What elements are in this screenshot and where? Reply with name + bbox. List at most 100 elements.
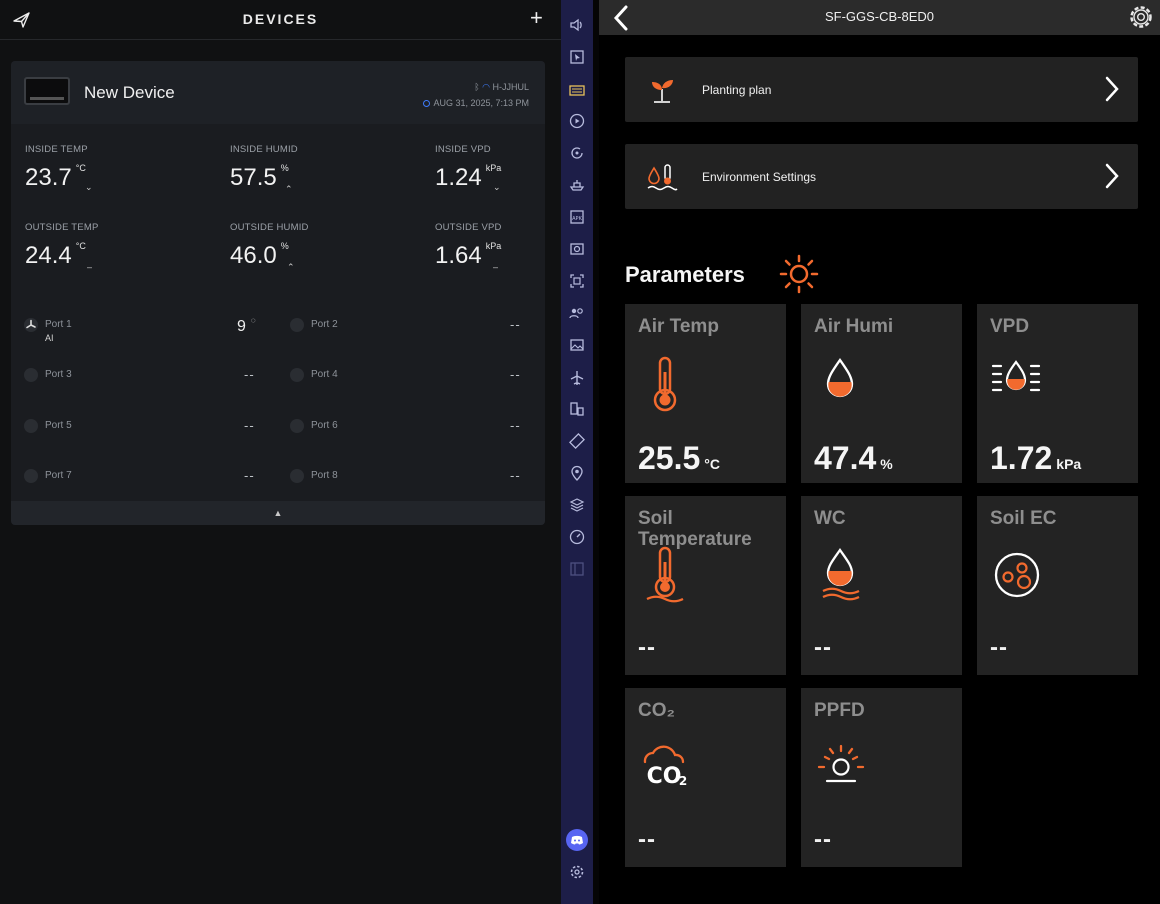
devices-header: DEVICES + bbox=[0, 0, 561, 40]
water-temperature-icon bbox=[647, 164, 678, 191]
tile-air-humi[interactable]: Air Humi 47.4% bbox=[801, 304, 962, 483]
port-1-value: 9 ◌ bbox=[237, 316, 257, 336]
metric-label: OUTSIDE VPD bbox=[435, 222, 502, 233]
tile-value: -- bbox=[638, 826, 656, 853]
trend-down-icon: ⌄ bbox=[493, 182, 501, 192]
tile-ppfd[interactable]: PPFD -- bbox=[801, 688, 962, 867]
tile-value: -- bbox=[814, 634, 832, 661]
port-value: -- bbox=[510, 367, 521, 382]
metric-unit: % bbox=[280, 163, 289, 173]
metric-value: 23.7 bbox=[25, 164, 72, 191]
parameters-title: Parameters bbox=[625, 262, 745, 287]
wifi-icon: ◠ bbox=[482, 82, 490, 92]
port-name: Port 5 bbox=[45, 420, 72, 431]
metric-value: 1.64 bbox=[435, 242, 482, 269]
screen-record-icon[interactable] bbox=[568, 272, 586, 290]
tile-value: -- bbox=[638, 634, 656, 661]
tile-value: 1.72 kPa bbox=[990, 440, 1081, 477]
screenshot-icon[interactable] bbox=[568, 240, 586, 258]
device-card-header: New Device ᛒ ◠ H-JJHUL AUG 31, 2025, 7:1… bbox=[11, 61, 545, 124]
speed-icon[interactable] bbox=[568, 528, 586, 546]
sprout-icon bbox=[652, 80, 673, 103]
svg-text:CO: CO bbox=[647, 764, 682, 789]
tile-value-unit: °C bbox=[704, 456, 720, 472]
collapse-card-button[interactable]: ▲ bbox=[11, 501, 545, 525]
layers-icon[interactable] bbox=[568, 496, 586, 514]
volume-icon[interactable] bbox=[568, 16, 586, 34]
emulator-toolbar: APK bbox=[561, 0, 593, 904]
sun-icon[interactable] bbox=[776, 251, 822, 297]
environment-settings-row[interactable]: Environment Settings bbox=[625, 144, 1138, 209]
fan-icon bbox=[24, 318, 38, 332]
people-icon[interactable] bbox=[568, 304, 586, 322]
trend-down-icon: ⌄ bbox=[85, 182, 93, 192]
devices-title: DEVICES bbox=[242, 11, 319, 27]
port-plug-icon bbox=[290, 368, 304, 382]
detail-header: SF-GGS-CB-8ED0 bbox=[599, 0, 1160, 35]
tile-air-temp[interactable]: Air Temp 25.5 °C bbox=[625, 304, 786, 483]
metric-unit: % bbox=[280, 241, 289, 251]
port-value: -- bbox=[244, 418, 255, 433]
metric-value: 57.5 bbox=[230, 164, 277, 191]
loading-icon: ◌ bbox=[250, 316, 257, 325]
tile-value-number: 1.72 bbox=[990, 440, 1053, 476]
image-icon[interactable] bbox=[568, 336, 586, 354]
metric-outside-humid: OUTSIDE HUMID 46.0% ⌃ bbox=[230, 222, 309, 272]
airplane-icon[interactable] bbox=[568, 369, 586, 387]
devices-icon[interactable] bbox=[568, 400, 586, 418]
port-value: -- bbox=[510, 418, 521, 433]
tile-vpd[interactable]: VPD 1.72 kPa bbox=[977, 304, 1138, 483]
tile-wc[interactable]: WC -- bbox=[801, 496, 962, 675]
port-plug-icon bbox=[24, 469, 38, 483]
ship-icon[interactable] bbox=[568, 176, 586, 194]
svg-text:APK: APK bbox=[572, 216, 582, 222]
port-name: Port 3 bbox=[45, 369, 72, 380]
gear-icon[interactable] bbox=[1127, 3, 1155, 31]
settings-icon[interactable] bbox=[568, 863, 586, 881]
metric-unit: °C bbox=[75, 241, 86, 251]
tile-name: PPFD bbox=[814, 700, 865, 721]
chevron-up-icon: ▲ bbox=[273, 508, 283, 518]
cursor-icon[interactable] bbox=[568, 48, 586, 66]
discord-icon[interactable] bbox=[566, 829, 588, 851]
planting-plan-row[interactable]: Planting plan bbox=[625, 57, 1138, 122]
panel-icon[interactable] bbox=[568, 560, 586, 578]
port-name: Port 1 bbox=[45, 319, 72, 330]
device-network: H-JJHUL bbox=[492, 82, 529, 92]
port-value: -- bbox=[244, 468, 255, 483]
metric-unit: kPa bbox=[485, 163, 502, 173]
co2-cloud-icon: CO 2 bbox=[643, 745, 687, 789]
tile-co2[interactable]: CO₂ CO 2 -- bbox=[625, 688, 786, 867]
apk-icon[interactable]: APK bbox=[568, 208, 586, 226]
device-detail-panel: SF-GGS-CB-8ED0 Planting plan Environment… bbox=[599, 0, 1160, 904]
device-card[interactable]: New Device ᛒ ◠ H-JJHUL AUG 31, 2025, 7:1… bbox=[11, 61, 545, 525]
add-device-button[interactable]: + bbox=[530, 7, 543, 29]
metric-label: INSIDE TEMP bbox=[25, 144, 88, 155]
tile-name: Air Temp bbox=[638, 316, 719, 337]
port-plug-icon bbox=[290, 318, 304, 332]
tile-soil-ec[interactable]: Soil EC -- bbox=[977, 496, 1138, 675]
rotate-icon[interactable] bbox=[568, 144, 586, 162]
metric-unit: kPa bbox=[485, 241, 502, 251]
tile-name: CO₂ bbox=[638, 700, 675, 721]
rotate-screen-icon[interactable] bbox=[568, 432, 586, 450]
device-meta: ᛒ ◠ H-JJHUL AUG 31, 2025, 7:13 PM bbox=[423, 79, 529, 111]
port-plug-icon bbox=[24, 419, 38, 433]
port-name: Port 6 bbox=[311, 420, 338, 431]
trend-up-icon: ⌃ bbox=[285, 184, 293, 194]
metric-label: INSIDE HUMID bbox=[230, 144, 298, 155]
keyboard-icon[interactable] bbox=[568, 81, 586, 99]
port-name: Port 8 bbox=[311, 470, 338, 481]
metric-value: 46.0 bbox=[230, 242, 277, 269]
location-icon[interactable] bbox=[568, 464, 586, 482]
port-name: Port 7 bbox=[45, 470, 72, 481]
metric-label: OUTSIDE TEMP bbox=[25, 222, 99, 233]
tile-name: VPD bbox=[990, 316, 1030, 337]
device-id-title: SF-GGS-CB-8ED0 bbox=[824, 9, 935, 24]
water-drop-icon bbox=[826, 357, 854, 398]
devices-panel: DEVICES + New Device ᛒ ◠ H-JJHUL AUG 31,… bbox=[0, 0, 561, 904]
tile-name: Air Humi bbox=[814, 316, 894, 337]
tile-soil-temperature[interactable]: Soil Temperature -- bbox=[625, 496, 786, 675]
play-icon[interactable] bbox=[568, 112, 586, 130]
environment-settings-label: Environment Settings bbox=[702, 170, 817, 184]
